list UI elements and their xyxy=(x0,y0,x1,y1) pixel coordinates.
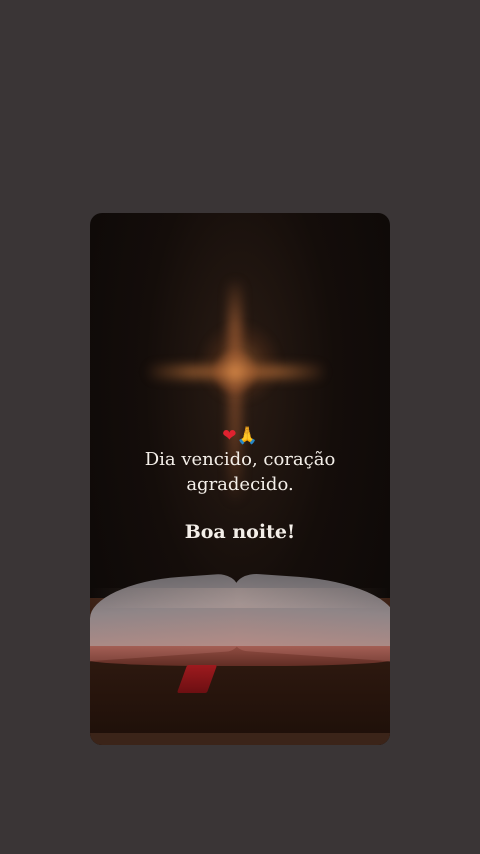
story-viewer: ❤🙏 Dia vencido, coração agradecido. Boa … xyxy=(0,0,480,854)
table-edge xyxy=(90,733,390,745)
bible-page-edges xyxy=(90,646,390,666)
message-line-1: Dia vencido, coração xyxy=(144,449,336,470)
story-text: ❤🙏 Dia vencido, coração agradecido. Boa … xyxy=(90,425,390,545)
cross-center-light xyxy=(214,351,256,393)
praying-hands-icon: 🙏 xyxy=(236,426,258,446)
heart-icon: ❤ xyxy=(222,426,237,446)
message-line-2: agradecido. xyxy=(186,474,294,495)
page-shine xyxy=(90,588,390,608)
story-card[interactable]: ❤🙏 Dia vencido, coração agradecido. Boa … xyxy=(90,213,390,745)
closing-text: Boa noite! xyxy=(184,521,296,543)
emoji-row: ❤🙏 xyxy=(90,425,390,447)
